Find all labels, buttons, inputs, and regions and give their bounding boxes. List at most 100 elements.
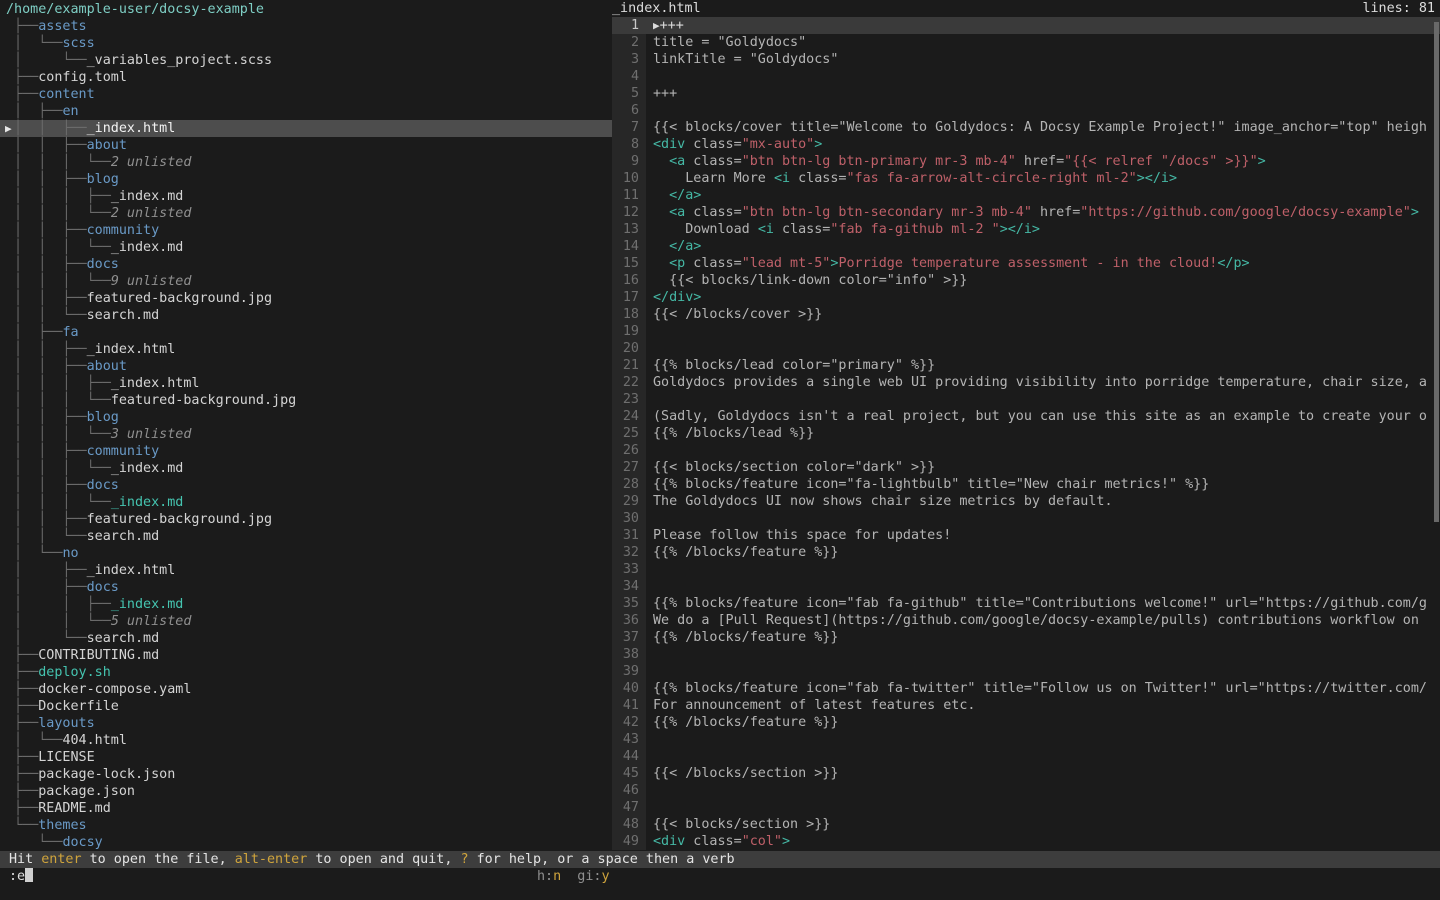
tree-row[interactable]: │ ├──en xyxy=(0,103,612,120)
tree-row[interactable]: ├──layouts xyxy=(0,715,612,732)
code-segment: {{% /blocks/feature %}} xyxy=(653,715,838,730)
tree-row[interactable]: │ │ └──search.md xyxy=(0,307,612,324)
tree-entry-name: deploy.sh xyxy=(38,665,111,680)
tree-row[interactable]: │ │ ├──community xyxy=(0,222,612,239)
code-line: 47 xyxy=(612,799,1440,816)
tree-branch-lines: │ │ ├── xyxy=(6,597,111,612)
tree-row[interactable]: │ └──scss xyxy=(0,35,612,52)
tree-row[interactable]: │ │ ├──community xyxy=(0,443,612,460)
code-line: 14 </a> xyxy=(612,238,1440,255)
tree-branch-lines: │ │ ├── xyxy=(6,512,87,527)
code-line: 16 {{< blocks/link-down color="info" >}} xyxy=(612,272,1440,289)
code-line: 45{{< /blocks/section >}} xyxy=(612,765,1440,782)
code-line: 10 Learn More <i class="fas fa-arrow-alt… xyxy=(612,170,1440,187)
code-line: 35{{% blocks/feature icon="fab fa-github… xyxy=(612,595,1440,612)
tree-row[interactable]: │ │ │ └──_index.md xyxy=(0,239,612,256)
tree-row[interactable]: ├──package.json xyxy=(0,783,612,800)
tree-entry-name: community xyxy=(87,223,160,238)
tree-row[interactable]: │ ├──fa xyxy=(0,324,612,341)
tree-branch-lines: │ │ ├── xyxy=(6,257,87,272)
tree-row[interactable]: ├──docker-compose.yaml xyxy=(0,681,612,698)
line-number: 1 xyxy=(612,17,646,34)
tree-row[interactable]: │ │ ├──about xyxy=(0,358,612,375)
tree-entry-name: content xyxy=(38,87,94,102)
tree-row[interactable]: ├──content xyxy=(0,86,612,103)
line-number: 15 xyxy=(612,255,646,272)
tree-row[interactable]: ├──Dockerfile xyxy=(0,698,612,715)
code-line-text xyxy=(646,646,1440,663)
tree-row[interactable]: │ └──search.md xyxy=(0,630,612,647)
tree-row[interactable]: │ │ ├──blog xyxy=(0,171,612,188)
code-segment: <a xyxy=(669,154,685,169)
tree-row[interactable]: │ │ ├──blog xyxy=(0,409,612,426)
mode-flags[interactable]: h:n gi:y xyxy=(537,868,610,885)
tree-row[interactable]: │ ├──docs xyxy=(0,579,612,596)
file-tree-panel: /home/example-user/docsy-example ├──asse… xyxy=(0,1,612,851)
tree-entry-name: 3 unlisted xyxy=(111,427,192,442)
tree-row[interactable]: │ │ └──5 unlisted xyxy=(0,613,612,630)
tree-branch-lines: ├── xyxy=(6,716,38,731)
tree-entry-name: community xyxy=(87,444,160,459)
tree-branch-lines: │ │ │ ├── xyxy=(6,376,111,391)
code-line-text: <div class="mx-auto"> xyxy=(646,136,1440,153)
tree-row[interactable]: ├──package-lock.json xyxy=(0,766,612,783)
preview-scrollbar[interactable] xyxy=(1434,22,1439,522)
code-segment: {{< /blocks/cover >}} xyxy=(653,307,822,322)
tree-row[interactable]: │ │ ├──featured-background.jpg xyxy=(0,511,612,528)
tree-row[interactable]: └──docsy xyxy=(0,834,612,851)
tree-row[interactable]: │ │ ├──_index.md xyxy=(0,596,612,613)
tree-row[interactable]: └──themes xyxy=(0,817,612,834)
code-line-text: {{% blocks/feature icon="fab fa-twitter"… xyxy=(646,680,1440,697)
tree-row[interactable]: │ └──no xyxy=(0,545,612,562)
tree-row[interactable]: │ │ │ └──3 unlisted xyxy=(0,426,612,443)
tree-row[interactable]: │ │ ├──about xyxy=(0,137,612,154)
tree-entry-name: en xyxy=(62,104,78,119)
code-line: 5+++ xyxy=(612,85,1440,102)
line-number: 32 xyxy=(612,544,646,561)
tree-row[interactable]: │ │ │ └──_index.md xyxy=(0,494,612,511)
command-input[interactable]: :e xyxy=(9,869,25,884)
tree-row[interactable]: │ │ ├──featured-background.jpg xyxy=(0,290,612,307)
tree-root-path[interactable]: /home/example-user/docsy-example xyxy=(0,1,612,18)
code-segment: "btn btn-lg btn-secondary mr-3 mb-4" xyxy=(742,205,1032,220)
tree-row[interactable]: │ │ │ └──2 unlisted xyxy=(0,205,612,222)
tree-row[interactable]: ├──README.md xyxy=(0,800,612,817)
code-segment: > xyxy=(814,137,822,152)
tree-row[interactable]: │ │ └──search.md xyxy=(0,528,612,545)
tree-row[interactable]: │ │ │ ├──_index.md xyxy=(0,188,612,205)
tree-row[interactable]: │ │ │ └──9 unlisted xyxy=(0,273,612,290)
tree-row[interactable]: ▶ │ │ ├──_index.html xyxy=(0,120,612,137)
tree-row[interactable]: ├──LICENSE xyxy=(0,749,612,766)
tree-row[interactable]: ├──config.toml xyxy=(0,69,612,86)
tree-row[interactable]: │ │ ├──docs xyxy=(0,256,612,273)
code-line: 41For announcement of latest features et… xyxy=(612,697,1440,714)
code-segment xyxy=(653,239,669,254)
tree-row[interactable]: ├──assets xyxy=(0,18,612,35)
code-line-text: <a class="btn btn-lg btn-primary mr-3 mb… xyxy=(646,153,1440,170)
tree-branch-lines: │ │ │ └── xyxy=(6,274,111,289)
tree-row[interactable]: │ ├──_index.html xyxy=(0,562,612,579)
tree-row[interactable]: │ │ │ └──featured-background.jpg xyxy=(0,392,612,409)
tree-row[interactable]: │ │ ├──_index.html xyxy=(0,341,612,358)
tree-branch-lines: │ │ ├── xyxy=(6,410,87,425)
status-hint-text: Hit enter to open the file, alt-enter to… xyxy=(9,852,735,867)
line-number: 10 xyxy=(612,170,646,187)
line-number: 44 xyxy=(612,748,646,765)
code-line-text xyxy=(646,731,1440,748)
tree-row[interactable]: │ │ │ └──_index.md xyxy=(0,460,612,477)
tree-row[interactable]: │ │ ├──docs xyxy=(0,477,612,494)
tree-entry-name: featured-background.jpg xyxy=(87,512,272,527)
tree-row[interactable]: │ │ │ └──2 unlisted xyxy=(0,154,612,171)
command-line[interactable]: :e h:n gi:y xyxy=(0,868,1440,885)
tree-row[interactable]: ├──deploy.sh xyxy=(0,664,612,681)
tree-row[interactable]: │ └──_variables_project.scss xyxy=(0,52,612,69)
flag-label: gi: xyxy=(561,869,601,884)
tree-row[interactable]: │ │ │ ├──_index.html xyxy=(0,375,612,392)
code-line-text: For announcement of latest features etc. xyxy=(646,697,1440,714)
tree-branch-lines: ├── xyxy=(6,784,38,799)
tree-row[interactable]: ├──CONTRIBUTING.md xyxy=(0,647,612,664)
tree-row[interactable]: │ └──404.html xyxy=(0,732,612,749)
code-line: 1▶+++ xyxy=(612,17,1440,34)
code-segment: {{< /blocks/section >}} xyxy=(653,766,838,781)
code-line: 31Please follow this space for updates! xyxy=(612,527,1440,544)
